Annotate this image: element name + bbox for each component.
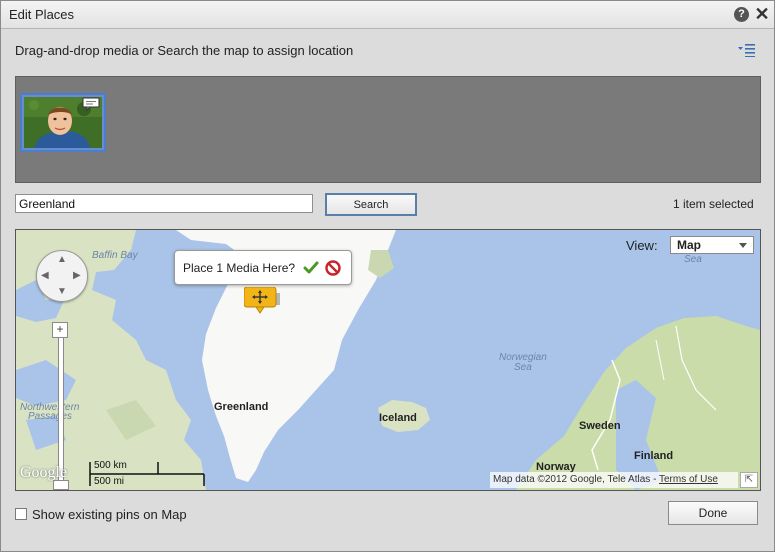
move-pin-icon[interactable] — [244, 287, 280, 315]
photo-thumbnail[interactable] — [20, 93, 106, 152]
view-label: View: — [626, 238, 658, 253]
callout-text: Place 1 Media Here? — [183, 261, 296, 275]
pan-control[interactable]: ▲ ▼ ◀ ▶ — [36, 250, 88, 302]
scale-mi-label: 500 mi — [94, 476, 125, 487]
question-mark-icon[interactable]: ? — [734, 7, 749, 22]
pan-down-icon[interactable]: ▼ — [57, 287, 67, 297]
map-label-iceland: Iceland — [379, 412, 417, 424]
map-label-sweden: Sweden — [579, 420, 621, 432]
map-label-sea: Sea — [684, 254, 702, 265]
show-pins-label: Show existing pins on Map — [32, 507, 187, 522]
check-icon[interactable] — [303, 260, 319, 276]
map-attribution: Map data ©2012 Google, Tele Atlas - Term… — [490, 472, 738, 488]
expand-corner-icon[interactable]: ⇱ — [740, 472, 758, 488]
terms-of-use-link[interactable]: Terms of Use — [659, 474, 718, 485]
comment-badge-icon — [82, 97, 100, 111]
search-input[interactable] — [15, 194, 313, 213]
zoom-in-button[interactable]: + — [52, 322, 68, 338]
chevron-down-icon — [739, 243, 747, 248]
close-icon[interactable]: ✕ — [753, 4, 771, 24]
window-title: Edit Places — [9, 7, 75, 22]
map-label-baffin-bay: Baffin Bay — [92, 250, 138, 261]
edit-places-dialog: Edit Places ? ✕ Drag-and-drop media or S… — [0, 0, 775, 552]
instructions-text: Drag-and-drop media or Search the map to… — [15, 43, 354, 58]
google-logo: Google — [20, 464, 68, 481]
map-label-finland: Finland — [634, 450, 674, 462]
media-drop-area[interactable] — [15, 76, 761, 183]
map-scale: 500 km 500 mi — [88, 460, 206, 488]
view-select[interactable]: Map — [670, 236, 754, 254]
map-label-greenland: Greenland — [214, 401, 269, 413]
view-select-value: Map — [677, 238, 701, 252]
list-options-icon[interactable] — [737, 43, 755, 57]
done-button[interactable]: Done — [668, 501, 758, 525]
map-view[interactable]: Baffin Bay Sea Norwegian Sea Northwester… — [15, 229, 761, 491]
cancel-icon[interactable] — [325, 260, 341, 276]
scale-km-label: 500 km — [94, 460, 127, 471]
pan-right-icon[interactable]: ▶ — [73, 271, 81, 281]
search-button[interactable]: Search — [325, 193, 417, 216]
place-media-callout: Place 1 Media Here? — [174, 250, 352, 285]
attribution-text: Map data ©2012 Google, Tele Atlas - — [493, 474, 659, 485]
pan-left-icon[interactable]: ◀ — [41, 271, 49, 281]
pan-up-icon[interactable]: ▲ — [57, 255, 67, 265]
selection-status: 1 item selected — [673, 197, 754, 211]
show-pins-checkbox[interactable] — [15, 508, 27, 520]
title-bar: Edit Places ? ✕ — [1, 1, 774, 29]
map-label-norwegian-sea: Sea — [514, 362, 532, 373]
